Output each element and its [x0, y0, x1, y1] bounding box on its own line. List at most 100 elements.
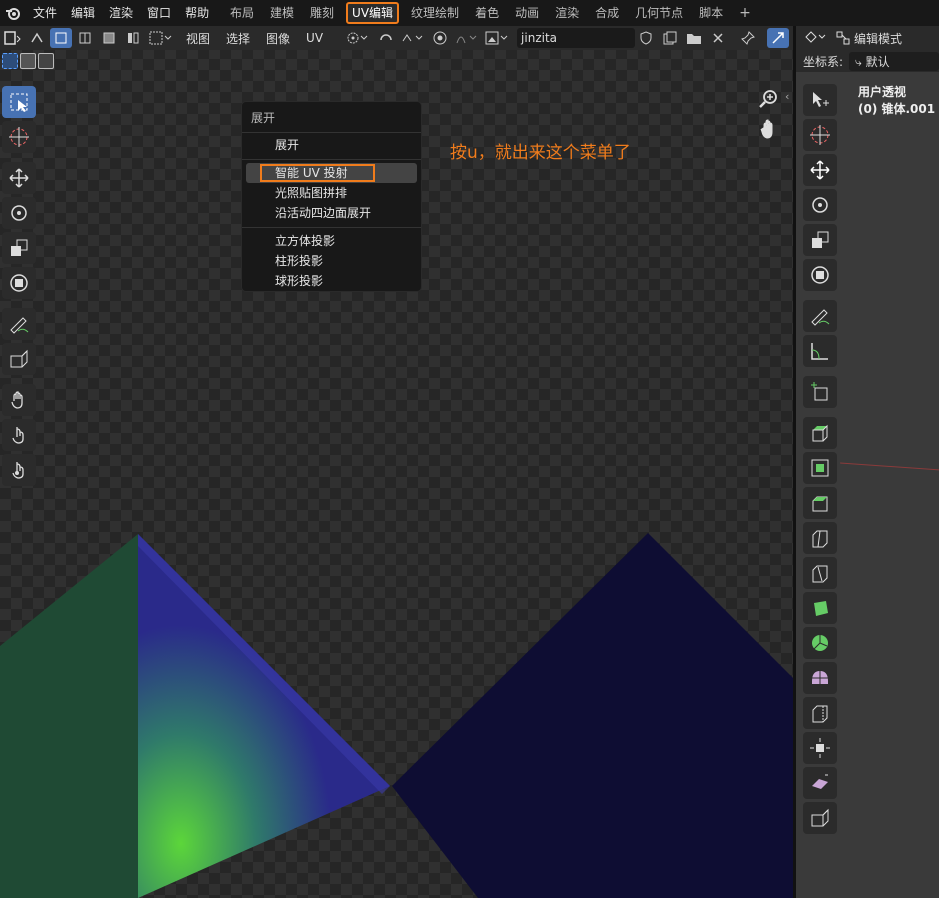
select-new-icon[interactable]: [2, 53, 18, 69]
menu-item-cylinder-projection[interactable]: 柱形投影: [242, 251, 421, 271]
scale-tool-icon[interactable]: [2, 232, 36, 264]
tab-geometry-nodes[interactable]: 几何节点: [627, 0, 691, 26]
grab-tool-icon[interactable]: [2, 384, 36, 416]
bevel-tool-icon[interactable]: [803, 487, 837, 519]
3d-rotate-tool-icon[interactable]: [803, 189, 837, 221]
menu-item-lightmap-pack[interactable]: 光照贴图拼排: [242, 183, 421, 203]
rotate-tool-icon[interactable]: [2, 197, 36, 229]
tab-uv-editing[interactable]: UV编辑: [346, 2, 400, 24]
snap-target-icon[interactable]: [399, 28, 427, 48]
menu-file[interactable]: 文件: [26, 0, 64, 26]
loop-cut-tool-icon[interactable]: [803, 522, 837, 554]
uv-face-left: [0, 534, 138, 898]
tab-animation[interactable]: 动画: [507, 0, 547, 26]
image-browse-icon[interactable]: [483, 28, 511, 48]
face-select-icon[interactable]: [98, 28, 120, 48]
transform-tool-icon[interactable]: [2, 267, 36, 299]
menu-view[interactable]: 视图: [178, 30, 218, 47]
sync-selection-icon[interactable]: [26, 28, 48, 48]
highlight-box: [260, 164, 375, 182]
pivot-point-icon[interactable]: [343, 28, 373, 48]
measure-tool-icon[interactable]: [803, 335, 837, 367]
menu-item-follow-active-quads[interactable]: 沿活动四边面展开: [242, 203, 421, 223]
vertex-select-icon[interactable]: [50, 28, 72, 48]
zoom-icon[interactable]: [758, 88, 780, 110]
shrink-fatten-tool-icon[interactable]: [803, 732, 837, 764]
tweak-tool-icon[interactable]: [803, 84, 837, 116]
menu-item-unwrap[interactable]: 展开: [242, 135, 421, 155]
menu-render[interactable]: 渲染: [102, 0, 140, 26]
rip-tool-icon[interactable]: [2, 343, 36, 375]
image-name-text: jinzita: [521, 31, 558, 45]
editor-type-icon[interactable]: [2, 28, 24, 48]
falloff-curve-icon[interactable]: [453, 28, 481, 48]
tab-scripting[interactable]: 脚本: [691, 0, 731, 26]
tab-sculpting[interactable]: 雕刻: [302, 0, 342, 26]
uv-editor[interactable]: 视图 选择 图像 UV jinzita ‹ 展开 展开 智能 UV 投射 光照贴…: [0, 26, 793, 898]
mode-dropdown[interactable]: 编辑模式: [836, 30, 902, 47]
new-image-icon[interactable]: [659, 28, 681, 48]
island-select-icon[interactable]: [122, 28, 144, 48]
tab-rendering[interactable]: 渲染: [547, 0, 587, 26]
3d-transform-tool-icon[interactable]: [803, 259, 837, 291]
menu-select[interactable]: 选择: [218, 30, 258, 47]
select-subtract-icon[interactable]: [38, 53, 54, 69]
annotate-tool-icon[interactable]: [2, 308, 36, 340]
select-box-tool-icon[interactable]: [2, 86, 36, 118]
add-workspace-button[interactable]: +: [731, 0, 759, 26]
collapse-sidebar-icon[interactable]: ‹: [785, 90, 789, 103]
gizmo-toggle-icon[interactable]: [767, 28, 790, 48]
select-extend-icon[interactable]: [20, 53, 36, 69]
3d-move-tool-icon[interactable]: [803, 154, 837, 186]
sticky-selection-dropdown[interactable]: [146, 28, 176, 48]
open-image-folder-icon[interactable]: [683, 28, 705, 48]
menu-help[interactable]: 帮助: [178, 0, 216, 26]
edge-slide-tool-icon[interactable]: [803, 697, 837, 729]
pinch-tool-icon[interactable]: [2, 454, 36, 486]
move-tool-icon[interactable]: [2, 162, 36, 194]
tab-texture-paint[interactable]: 纹理绘制: [403, 0, 467, 26]
extrude-region-tool-icon[interactable]: [803, 417, 837, 449]
poly-build-tool-icon[interactable]: [803, 592, 837, 624]
viewport-header: 编辑模式: [796, 26, 939, 50]
edge-select-icon[interactable]: [74, 28, 96, 48]
relax-tool-icon[interactable]: [2, 419, 36, 451]
unlink-image-icon[interactable]: [707, 28, 729, 48]
tab-modeling[interactable]: 建模: [262, 0, 302, 26]
coord-dropdown[interactable]: ⤷ 默认: [849, 51, 939, 71]
tab-compositing[interactable]: 合成: [587, 0, 627, 26]
shear-tool-icon[interactable]: [803, 767, 837, 799]
top-bar: 文件 编辑 渲染 窗口 帮助 布局 建模 雕刻 UV编辑 纹理绘制 着色 动画 …: [0, 0, 939, 26]
cursor-tool-icon[interactable]: [2, 121, 36, 153]
object-name-label: (0) 锥体.001: [858, 102, 936, 116]
menu-item-cube-projection[interactable]: 立方体投影: [242, 231, 421, 251]
tab-shading[interactable]: 着色: [467, 0, 507, 26]
snap-icon[interactable]: [375, 28, 397, 48]
3d-cursor-tool-icon[interactable]: [803, 119, 837, 151]
proportional-edit-icon[interactable]: [429, 28, 451, 48]
menu-image[interactable]: 图像: [258, 30, 298, 47]
add-cube-tool-icon[interactable]: [803, 376, 837, 408]
editor-type-3d-icon[interactable]: [804, 30, 828, 47]
spin-tool-icon[interactable]: [803, 627, 837, 659]
fake-user-shield-icon[interactable]: [635, 28, 657, 48]
menu-item-sphere-projection[interactable]: 球形投影: [242, 271, 421, 291]
inset-faces-tool-icon[interactable]: [803, 452, 837, 484]
unwrap-menu: 展开 展开 智能 UV 投射 光照贴图拼排 沿活动四边面展开 立方体投影 柱形投…: [241, 101, 422, 292]
menu-edit[interactable]: 编辑: [64, 0, 102, 26]
pan-hand-icon[interactable]: [758, 118, 780, 140]
3d-viewport[interactable]: 编辑模式 坐标系: ⤷ 默认 用户透视 (0) 锥体.001: [796, 26, 939, 898]
blender-logo-icon[interactable]: [0, 0, 26, 26]
rip-region-tool-icon[interactable]: [803, 802, 837, 834]
knife-tool-icon[interactable]: [803, 557, 837, 589]
smooth-tool-icon[interactable]: [803, 662, 837, 694]
3d-annotate-tool-icon[interactable]: [803, 300, 837, 332]
menu-uv[interactable]: UV: [298, 31, 331, 45]
workspace-tabs: 布局 建模 雕刻 UV编辑 纹理绘制 着色 动画 渲染 合成 几何节点 脚本 +: [222, 0, 759, 26]
image-name-field[interactable]: jinzita: [517, 28, 636, 48]
3d-scale-tool-icon[interactable]: [803, 224, 837, 256]
pin-icon[interactable]: [737, 28, 759, 48]
tab-layout[interactable]: 布局: [222, 0, 262, 26]
menu-window[interactable]: 窗口: [140, 0, 178, 26]
uv-face-right: [138, 534, 390, 898]
